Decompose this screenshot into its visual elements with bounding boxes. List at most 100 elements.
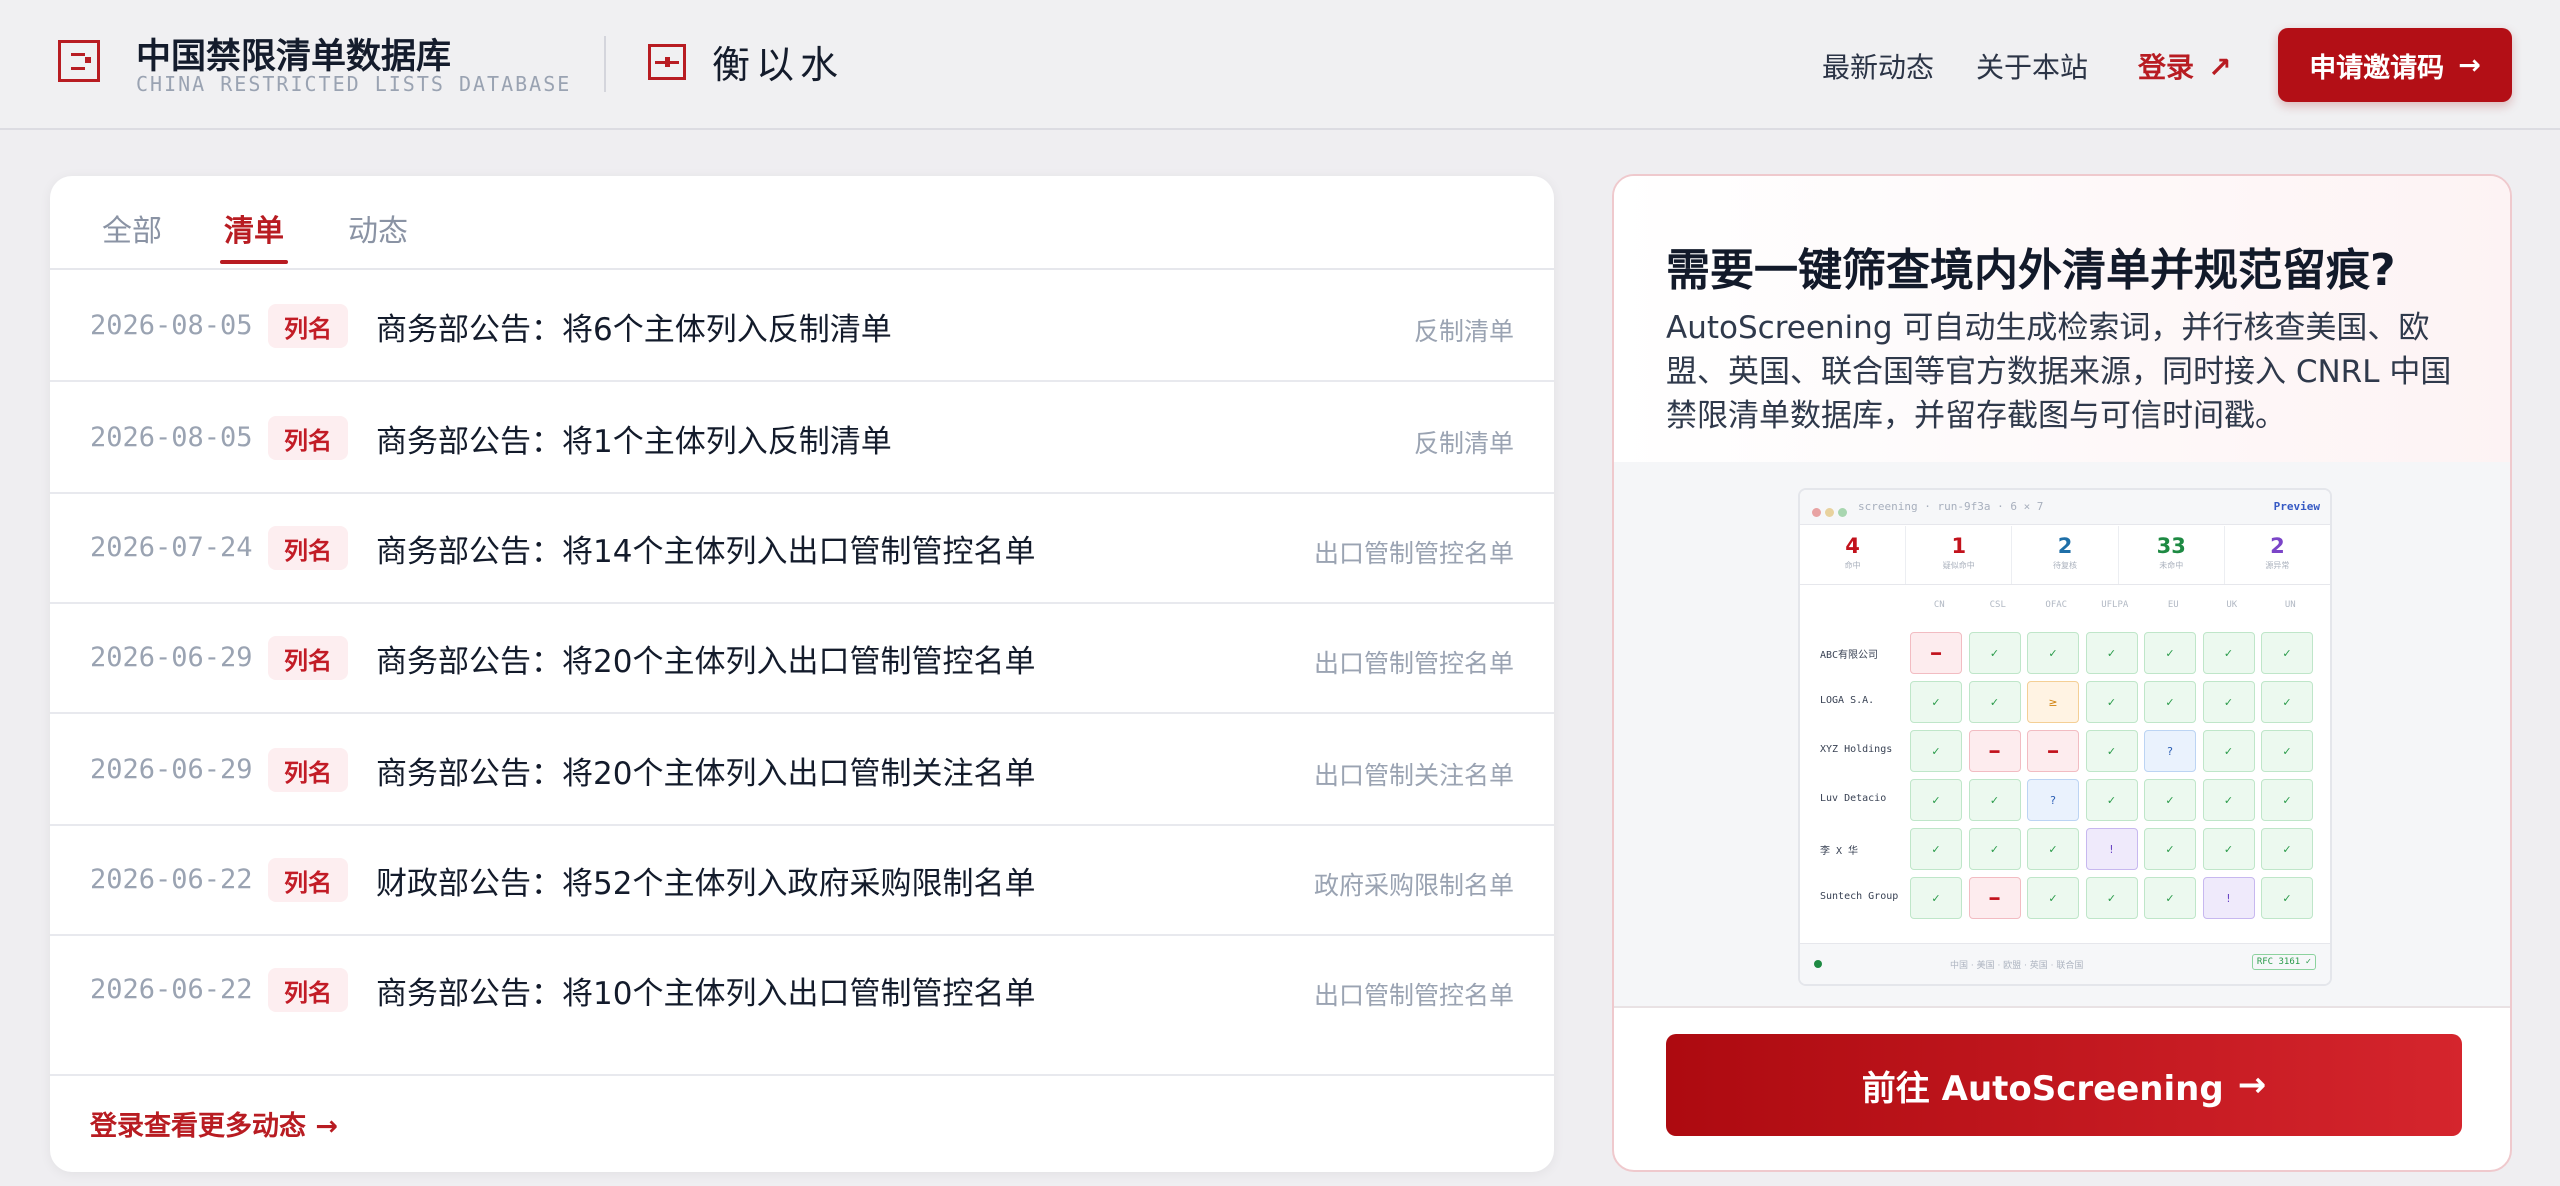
result-cell-hit: ━ xyxy=(1968,730,2021,772)
list-item[interactable]: 2026-06-22 列名 商务部公告：将10个主体列入出口管制管控名单 出口管… xyxy=(50,934,1554,1044)
item-date: 2026-06-22 xyxy=(90,974,253,1005)
tab-bar: 全部 清单 动态 xyxy=(50,176,1554,270)
promo-header: 需要一键筛查境内外清单并规范留痕? AutoScreening 可自动生成检索词… xyxy=(1614,176,2510,464)
updates-card: 全部 清单 动态 2026-08-05 列名 商务部公告：将6个主体列入反制清单… xyxy=(50,176,1554,1172)
nav-latest-news[interactable]: 最新动态 xyxy=(1822,46,1934,86)
item-date: 2026-08-05 xyxy=(90,310,253,341)
item-title[interactable]: 财政部公告：将52个主体列入政府采购限制名单 xyxy=(376,858,1035,903)
stat-label: 疑似命中 xyxy=(1942,561,1975,570)
go-autoscreening-button[interactable]: 前往 AutoScreening → xyxy=(1666,1034,2462,1136)
column-header: OFAC xyxy=(2045,600,2068,610)
result-cell-ok: ✓ xyxy=(2144,779,2196,821)
list-item[interactable]: 2026-07-24 列名 商务部公告：将14个主体列入出口管制管控名单 出口管… xyxy=(50,492,1554,604)
result-cell-ok: ✓ xyxy=(2261,828,2313,870)
top-navigation-bar: 中国禁限清单数据库 CHINA RESTRICTED LISTS DATABAS… xyxy=(0,0,2560,130)
status-badge: 列名 xyxy=(268,304,348,348)
column-header: UN xyxy=(2284,600,2296,610)
result-cell-ok: ✓ xyxy=(1968,632,2021,674)
column-header: UFLPA xyxy=(2101,600,2129,610)
item-category: 出口管制管控名单 xyxy=(1313,981,1514,1010)
preview-path: screening · run-9f3a · 6 × 7 xyxy=(1858,500,2044,513)
list-item[interactable]: 2026-06-29 列名 商务部公告：将20个主体列入出口管制关注名单 出口管… xyxy=(50,714,1554,826)
stat-label: 未命中 xyxy=(2159,561,2184,570)
brand-divider xyxy=(604,36,606,92)
item-category: 出口管制管控名单 xyxy=(1313,539,1514,568)
status-badge: 列名 xyxy=(268,636,348,680)
list-item[interactable]: 2026-08-05 列名 商务部公告：将6个主体列入反制清单 反制清单 xyxy=(50,270,1554,382)
item-date: 2026-06-29 xyxy=(90,754,253,785)
stat-value: 1 xyxy=(1951,534,1967,558)
result-cell-ok: ✓ xyxy=(1910,779,1962,821)
entity-name: 李 X 华 xyxy=(1820,846,1859,857)
item-category: 反制清单 xyxy=(1413,429,1514,458)
preview-entity-row: XYZ Holdings ✓ ━ ━ ✓? ✓ ✓ xyxy=(1812,726,2322,775)
item-title[interactable]: 商务部公告：将14个主体列入出口管制管控名单 xyxy=(376,526,1035,571)
request-invite-button[interactable]: 申请邀请码 → xyxy=(2278,28,2512,102)
list-item[interactable]: 2026-06-22 列名 财政部公告：将52个主体列入政府采购限制名单 政府采… xyxy=(50,824,1554,936)
result-cell-hit: ━ xyxy=(1910,632,1962,674)
result-cell-q: ? xyxy=(2144,730,2196,772)
result-cell-ok: ✓ xyxy=(1910,828,1962,870)
preview-badge: Preview xyxy=(2273,500,2320,513)
nav-login-link[interactable]: 登录 ↗ xyxy=(2138,46,2231,86)
result-cell-q: ? xyxy=(2027,779,2079,821)
tab-news[interactable]: 动态 xyxy=(348,206,408,250)
item-title[interactable]: 商务部公告：将10个主体列入出口管制管控名单 xyxy=(376,968,1035,1013)
brand-subtitle: CHINA RESTRICTED LISTS DATABASE xyxy=(136,72,572,96)
partner-brand-name[interactable]: 衡以水 xyxy=(712,34,844,89)
item-title[interactable]: 商务部公告：将20个主体列入出口管制管控名单 xyxy=(376,636,1035,681)
item-title[interactable]: 商务部公告：将6个主体列入反制清单 xyxy=(376,304,892,349)
result-cell-hit: ━ xyxy=(1968,877,2021,919)
status-badge: 列名 xyxy=(268,858,348,902)
result-cell-ok: ✓ xyxy=(1910,681,1962,723)
preview-entity-row: Luv Detacio ✓ ✓? ✓ ✓ ✓ ✓ xyxy=(1812,775,2322,824)
result-cell-ok: ✓ xyxy=(2261,730,2313,772)
status-badge: 列名 xyxy=(268,416,348,460)
arrow-right-icon: → xyxy=(2458,49,2481,81)
partner-logo-icon[interactable] xyxy=(648,44,686,80)
tab-all[interactable]: 全部 xyxy=(102,206,162,250)
stat-value: 2 xyxy=(2270,534,2285,558)
item-title[interactable]: 商务部公告：将20个主体列入出口管制关注名单 xyxy=(376,748,1035,793)
go-label: 前往 AutoScreening xyxy=(1861,1068,2224,1109)
item-title[interactable]: 商务部公告：将1个主体列入反制清单 xyxy=(376,416,892,461)
stat-value: 33 xyxy=(2156,534,2186,558)
stat-clear: 33 未命中 xyxy=(2119,526,2225,584)
result-cell-ok: ✓ xyxy=(2085,779,2138,821)
preview-entity-row: Suntech Group ✓ ━ ✓ ✓ ✓! ✓ xyxy=(1812,873,2322,922)
stat-hit: 4 命中 xyxy=(1800,526,1907,584)
autoscreening-promo-card: 需要一键筛查境内外清单并规范留痕? AutoScreening 可自动生成检索词… xyxy=(1612,174,2512,1172)
result-cell-ok: ✓ xyxy=(1968,681,2021,723)
result-cell-ok: ✓ xyxy=(2202,632,2255,674)
stat-source-error: 2 源异常 xyxy=(2225,526,2330,584)
result-cell-ok: ✓ xyxy=(2202,779,2255,821)
item-category: 政府采购限制名单 xyxy=(1313,871,1514,900)
arrow-right-icon: → xyxy=(2237,1065,2267,1105)
entity-name: LOGA S.A. xyxy=(1820,695,1875,706)
result-cell-ok: ✓ xyxy=(2144,877,2196,919)
result-cell-ok: ✓ xyxy=(2027,828,2079,870)
entity-name: XYZ Holdings xyxy=(1820,744,1893,755)
login-more-updates-link[interactable]: 登录查看更多动态 → xyxy=(90,1104,338,1143)
result-cell-x: ≥ xyxy=(2027,681,2079,723)
column-header: CN xyxy=(1933,600,1945,610)
stat-label: 命中 xyxy=(1844,561,1861,570)
tab-lists[interactable]: 清单 xyxy=(220,206,288,264)
promo-preview-area: screening · run-9f3a · 6 × 7 Preview 4 命中… xyxy=(1614,462,2510,1008)
stat-value: 4 xyxy=(1845,534,1860,558)
entity-name: Luv Detacio xyxy=(1820,793,1887,804)
preview-entity-row: LOGA S.A. ✓ ✓ ≥ ✓ ✓ ✓ ✓ xyxy=(1812,677,2322,726)
entity-name: Suntech Group xyxy=(1820,891,1899,902)
result-cell-ok: ✓ xyxy=(1968,828,2021,870)
stat-value: 2 xyxy=(2057,534,2073,558)
result-cell-ok: ✓ xyxy=(2261,779,2313,821)
site-logo-icon[interactable] xyxy=(58,40,100,82)
list-item[interactable]: 2026-08-05 列名 商务部公告：将1个主体列入反制清单 反制清单 xyxy=(50,382,1554,494)
result-cell-ok: ✓ xyxy=(2027,632,2079,674)
nav-about[interactable]: 关于本站 xyxy=(1976,46,2088,86)
column-header: CSL xyxy=(1989,600,2006,610)
list-item[interactable]: 2026-06-29 列名 商务部公告：将20个主体列入出口管制管控名单 出口管… xyxy=(50,602,1554,714)
window-dots-icon xyxy=(1812,502,1851,521)
result-cell-ok: ✓ xyxy=(2144,632,2196,674)
result-cell-ok: ✓ xyxy=(2027,877,2079,919)
